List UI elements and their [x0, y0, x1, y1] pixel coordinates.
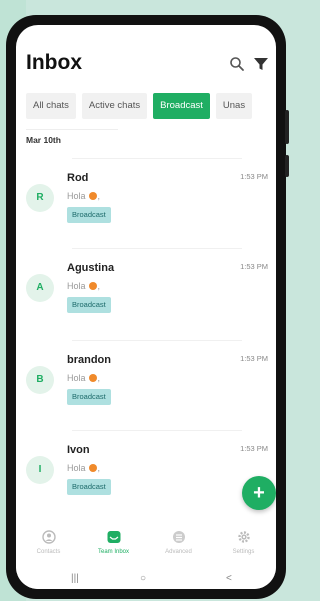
broadcast-badge: Broadcast [67, 479, 111, 495]
bottom-nav: Contacts Team Inbox Advanced Settings [16, 527, 276, 573]
message-suffix: , [97, 191, 101, 201]
header: Inbox [16, 49, 276, 83]
message-preview: Hola, [67, 463, 100, 473]
message-time: 1:53 PM [240, 444, 268, 453]
message-time: 1:53 PM [240, 354, 268, 363]
nav-label: Team Inbox [97, 549, 130, 555]
message-suffix: , [97, 281, 101, 291]
divider [72, 430, 242, 431]
contact-name: Ivon [67, 444, 90, 456]
contact-name: Rod [67, 172, 89, 184]
contacts-icon [42, 530, 56, 544]
emoji-icon [88, 374, 97, 382]
message-preview: Hola, [67, 281, 100, 291]
conversation-row[interactable]: A Agustina 1:53 PM Hola, Broadcast [16, 248, 276, 334]
emoji-icon [88, 282, 97, 290]
gear-icon [238, 531, 250, 543]
emoji-icon [88, 192, 97, 200]
page-title: Inbox [26, 51, 82, 74]
contact-name: Agustina [67, 262, 115, 274]
back-button[interactable]: < [226, 573, 232, 584]
advanced-icon [173, 531, 185, 543]
phone-frame: Inbox All chats Active chats Broadcast U… [6, 15, 289, 599]
home-button[interactable]: ○ [140, 573, 146, 584]
tab-active-chats[interactable]: Active chats [81, 93, 148, 119]
avatar: A [26, 274, 54, 302]
message-text: Hola [67, 281, 86, 291]
inbox-icon [107, 531, 121, 543]
nav-label: Contacts [36, 549, 61, 555]
power-button [285, 155, 289, 177]
broadcast-badge: Broadcast [67, 207, 111, 223]
recent-apps-button[interactable]: ||| [71, 573, 79, 584]
date-header: Mar 10th [26, 135, 61, 145]
nav-item-contacts[interactable]: Contacts [16, 527, 81, 573]
divider [72, 158, 242, 159]
message-time: 1:53 PM [240, 172, 268, 181]
message-suffix: , [97, 463, 101, 473]
tab-all-chats[interactable]: All chats [26, 93, 76, 119]
search-icon[interactable] [228, 55, 246, 73]
message-preview: Hola, [67, 191, 100, 201]
avatar: B [26, 366, 54, 394]
contact-name: brandon [67, 354, 111, 366]
conversation-row[interactable]: R Rod 1:53 PM Hola, Broadcast [16, 158, 276, 244]
new-chat-button[interactable]: + [242, 476, 276, 510]
divider [72, 340, 242, 341]
message-preview: Hola, [67, 373, 100, 383]
message-text: Hola [67, 373, 86, 383]
message-time: 1:53 PM [240, 262, 268, 271]
message-text: Hola [67, 463, 86, 473]
nav-item-settings[interactable]: Settings [211, 527, 276, 573]
volume-button [285, 110, 289, 144]
avatar: R [26, 184, 54, 212]
nav-label: Settings [232, 549, 255, 555]
system-nav-bar: ||| ○ < [16, 573, 276, 589]
nav-item-advanced[interactable]: Advanced [146, 527, 211, 573]
broadcast-badge: Broadcast [67, 389, 111, 405]
broadcast-badge: Broadcast [67, 297, 111, 313]
avatar: I [26, 456, 54, 484]
tab-broadcast[interactable]: Broadcast [153, 93, 210, 119]
filter-icon[interactable] [252, 55, 270, 73]
nav-label: Advanced [165, 549, 192, 555]
tab-bar: All chats Active chats Broadcast Unas [26, 93, 253, 119]
divider [72, 248, 242, 249]
emoji-icon [88, 464, 97, 472]
app-screen: Inbox All chats Active chats Broadcast U… [16, 25, 276, 589]
conversation-row[interactable]: I Ivon 1:53 PM Hola, Broadcast [16, 430, 276, 516]
tab-unassigned[interactable]: Unas [215, 93, 253, 119]
nav-item-team-inbox[interactable]: Team Inbox [81, 527, 146, 573]
divider [26, 129, 118, 130]
message-suffix: , [97, 373, 101, 383]
conversation-row[interactable]: B brandon 1:53 PM Hola, Broadcast [16, 340, 276, 426]
message-text: Hola [67, 191, 86, 201]
